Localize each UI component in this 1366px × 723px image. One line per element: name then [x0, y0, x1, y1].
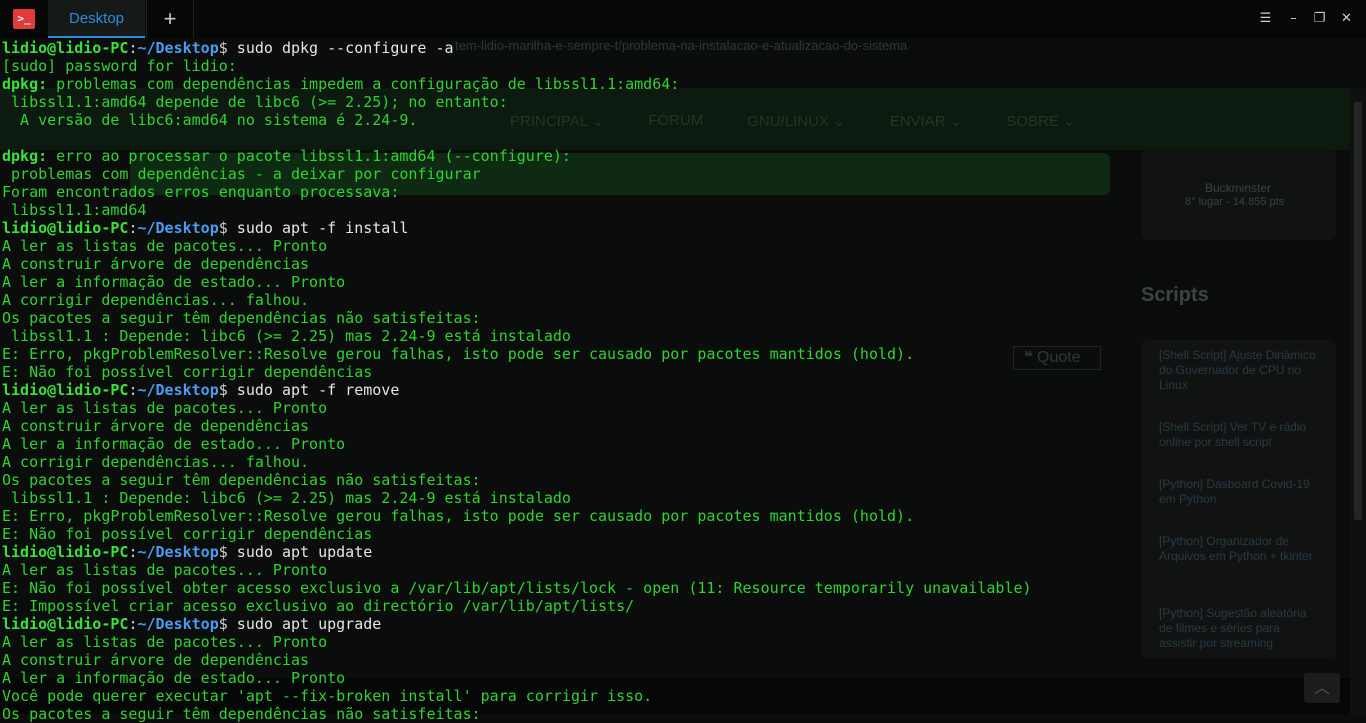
terminal-output-line: A ler a informação de estado... Pronto [2, 273, 346, 291]
terminal-output-line: A ler as listas de pacotes... Pronto [2, 633, 328, 651]
terminal-output-line: A ler a informação de estado... Pronto [2, 435, 346, 453]
terminal-output-line: Foram encontrados erros enquanto process… [2, 183, 400, 201]
prompt-user: lidio@lidio-PC [2, 219, 129, 237]
prompt-dollar: $ [218, 615, 228, 633]
prompt-dollar: $ [218, 381, 228, 399]
terminal-prompt-line: lidio@lidio-PC:~/Desktop$ sudo apt updat… [2, 543, 1347, 561]
dpkg-label: dpkg: [2, 75, 48, 93]
prompt-dollar: $ [218, 219, 228, 237]
terminal-output-line: A corrigir dependências... falhou. [2, 453, 310, 471]
tab-desktop[interactable]: Desktop [48, 0, 145, 38]
minimize-icon[interactable]: – [1280, 0, 1307, 38]
terminal-output-line: A ler as listas de pacotes... Pronto [2, 399, 328, 417]
terminal-output-line: Os pacotes a seguir têm dependências não… [2, 705, 481, 723]
menu-icon[interactable]: ☰ [1252, 0, 1279, 38]
terminal-prompt-line: lidio@lidio-PC:~/Desktop$ sudo apt -f re… [2, 381, 1347, 399]
terminal-output-line: Você pode querer executar 'apt --fix-bro… [2, 687, 653, 705]
terminal-prompt-line: lidio@lidio-PC:~/Desktop$ sudo dpkg --co… [2, 39, 1347, 57]
terminal-output-line: dpkg: problemas com dependências impedem… [2, 75, 1347, 93]
prompt-command: sudo apt upgrade [227, 615, 382, 633]
terminal-output-line: A versão de libc6:amd64 no sistema é 2.2… [2, 111, 418, 129]
prompt-dollar: $ [218, 39, 228, 57]
terminal-output-line: libssl1.1 : Depende: libc6 (>= 2.25) mas… [2, 327, 571, 345]
terminal-output-line: E: Impossível criar acesso exclusivo ao … [2, 597, 635, 615]
terminal-output-line: libssl1.1:amd64 depende de libc6 (>= 2.2… [2, 93, 508, 111]
prompt-command: sudo apt -f install [227, 219, 409, 237]
prompt-user: lidio@lidio-PC [2, 381, 129, 399]
terminal-output-line: libssl1.1 : Depende: libc6 (>= 2.25) mas… [2, 489, 571, 507]
terminal-output-line: A construir árvore de dependências [2, 651, 310, 669]
prompt-path: ~/Desktop [137, 543, 219, 561]
terminal-output-line: libssl1.1:amd64 [2, 201, 147, 219]
terminal-output-line: Os pacotes a seguir têm dependências não… [2, 309, 481, 327]
prompt-path: ~/Desktop [137, 381, 219, 399]
terminal-title-bar: >_ Desktop + ☰ – ❐ ✕ [0, 0, 1366, 38]
prompt-command: sudo dpkg --configure -a [227, 39, 454, 57]
terminal-output-line: [sudo] password for lidio: [2, 57, 237, 75]
output-text: problemas com dependências impedem a con… [47, 75, 680, 93]
restore-icon[interactable]: ❐ [1306, 0, 1333, 38]
terminal-app-icon: >_ [13, 9, 35, 29]
prompt-path: ~/Desktop [137, 219, 219, 237]
prompt-user: lidio@lidio-PC [2, 615, 129, 633]
terminal-output-line: E: Não foi possível obter acesso exclusi… [2, 579, 1032, 597]
prompt-user: lidio@lidio-PC [2, 543, 129, 561]
terminal-prompt-line: lidio@lidio-PC:~/Desktop$ sudo apt -f in… [2, 219, 1347, 237]
terminal-output-line: E: Não foi possível corrigir dependência… [2, 363, 373, 381]
prompt-command: sudo apt -f remove [227, 381, 400, 399]
terminal-output-line: E: Erro, pkgProblemResolver::Resolve ger… [2, 507, 915, 525]
terminal-output-line: E: Não foi possível corrigir dependência… [2, 525, 373, 543]
close-icon[interactable]: ✕ [1333, 0, 1360, 38]
prompt-path: ~/Desktop [137, 39, 219, 57]
terminal-prompt-line: lidio@lidio-PC:~/Desktop$ sudo apt upgra… [2, 615, 1347, 633]
terminal-output-line: E: Erro, pkgProblemResolver::Resolve ger… [2, 345, 915, 363]
terminal-output-line: Os pacotes a seguir têm dependências não… [2, 471, 481, 489]
terminal-output-line: A corrigir dependências... falhou. [2, 291, 310, 309]
terminal-output-line: A construir árvore de dependências [2, 417, 310, 435]
terminal-scrollbar-thumb[interactable] [1354, 102, 1362, 520]
prompt-user: lidio@lidio-PC [2, 39, 129, 57]
prompt-command: sudo apt update [227, 543, 373, 561]
terminal-output-line: A ler as listas de pacotes... Pronto [2, 237, 328, 255]
prompt-path: ~/Desktop [137, 615, 219, 633]
terminal-output-line: dpkg: erro ao processar o pacote libssl1… [2, 147, 1347, 165]
new-tab-plus-icon[interactable]: + [146, 0, 194, 38]
terminal-output-line: problemas com dependências - a deixar po… [2, 165, 481, 183]
terminal-output-line: A construir árvore de dependências [2, 255, 310, 273]
terminal-output-line: A ler as listas de pacotes... Pronto [2, 561, 328, 579]
output-text: erro ao processar o pacote libssl1.1:amd… [47, 147, 571, 165]
terminal-output-line: A ler a informação de estado... Pronto [2, 669, 346, 687]
terminal-output[interactable]: lidio@lidio-PC:~/Desktop$ sudo dpkg --co… [2, 39, 1347, 723]
dpkg-label: dpkg: [2, 147, 48, 165]
prompt-dollar: $ [218, 543, 228, 561]
